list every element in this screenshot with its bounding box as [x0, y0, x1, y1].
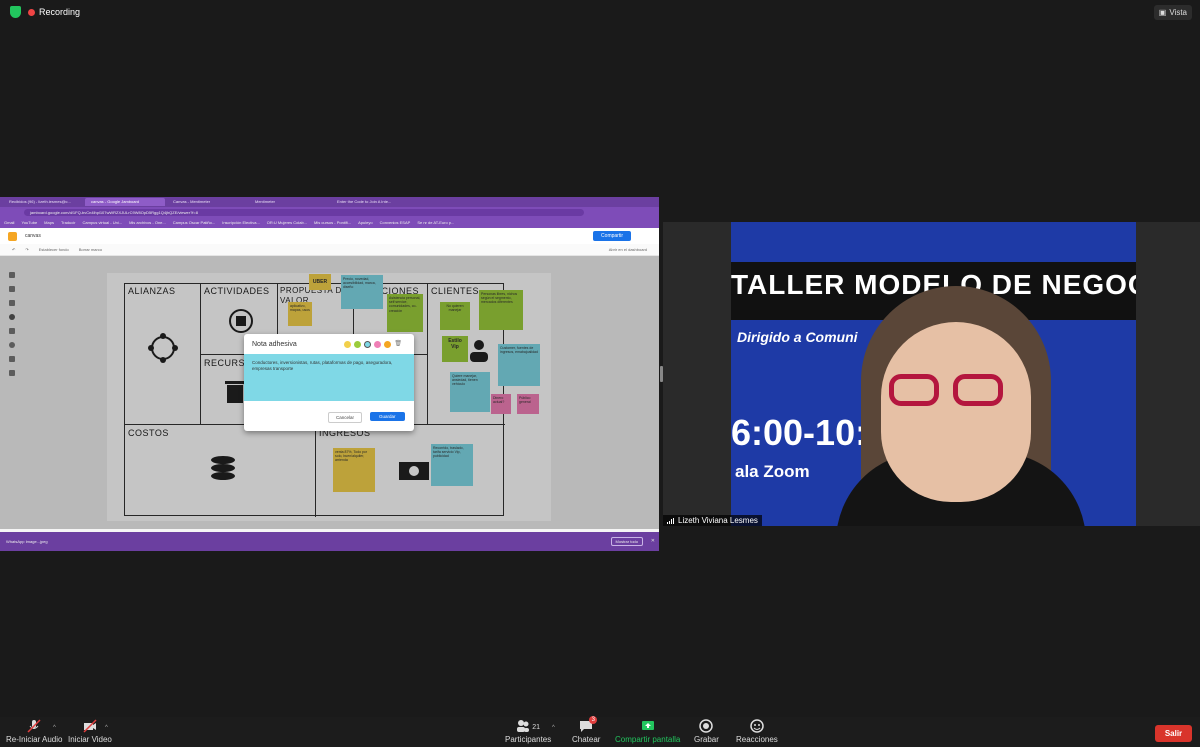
bookmark[interactable]: Traducir [61, 220, 76, 225]
delete-icon[interactable]: 🗑 [394, 341, 402, 348]
participants-caret-icon[interactable]: ^ [552, 725, 555, 731]
video-label: Iniciar Video [68, 735, 112, 744]
sticky-note-textarea[interactable]: Conductores, inversionistas, rutas, plat… [244, 354, 414, 401]
swatch-pink[interactable] [374, 341, 382, 348]
dialog-title: Nota adhesiva [252, 341, 297, 348]
jamboard-title[interactable]: canvas [25, 233, 41, 239]
bookmark[interactable]: Gmail [4, 220, 14, 225]
banner-subtitle: Dirigido a Comuni [737, 329, 858, 345]
swatch-blue-selected[interactable] [364, 341, 372, 348]
banner-zoom: ala Zoom [735, 462, 810, 481]
reactions-button[interactable]: Reacciones [736, 719, 778, 744]
clear-frame-button[interactable]: Borrar marco [79, 247, 102, 252]
share-screen-icon [641, 721, 654, 730]
security-shield-icon[interactable] [10, 6, 21, 18]
bookmark[interactable]: Campus virtual - Uni... [82, 220, 122, 225]
recording-label: Recording [39, 7, 81, 17]
record-button[interactable]: Grabar [694, 719, 719, 744]
browser-tab[interactable]: Mentimeter [249, 198, 329, 206]
bookmark[interactable]: Campus Oscar Patiño... [173, 220, 215, 225]
camera-off-icon [83, 719, 97, 733]
bookmark[interactable]: YouTube [21, 220, 37, 225]
bookmark[interactable]: Mis cursos - Pontifi... [314, 220, 351, 225]
swatch-green[interactable] [354, 341, 362, 348]
browser-tab-active[interactable]: canvas - Google Jamboard [85, 198, 165, 206]
set-background-button[interactable]: Establecer fondo [39, 247, 69, 252]
sticky-note-dialog: Nota adhesiva 🗑 Conductores, inversionis… [244, 334, 414, 431]
open-dashboard-link[interactable]: Abrir en el dashboard [609, 247, 647, 252]
mic-muted-icon [27, 719, 41, 733]
participants-count: 21 [532, 723, 541, 731]
swatch-orange[interactable] [384, 341, 392, 348]
leave-button[interactable]: Salir [1155, 725, 1192, 742]
zoom-window: Recording ▣ Vista Recibidos (96) - lizet… [0, 0, 1200, 747]
share-screen-label: Compartir pantalla [615, 735, 681, 744]
bookmark[interactable]: OR:U Mujeres Colab... [267, 220, 307, 225]
swatch-yellow[interactable] [344, 341, 352, 348]
bookmark[interactable]: Maps [44, 220, 54, 225]
record-icon [699, 719, 714, 733]
chat-badge: 3 [589, 716, 598, 724]
recording-indicator: Recording [28, 6, 80, 18]
bookmark[interactable]: Apuleyo [358, 220, 372, 225]
participant-name: Lizeth Viviana Lesmes [678, 516, 758, 525]
video-button[interactable]: Iniciar Video [68, 719, 112, 744]
reactions-label: Reacciones [736, 735, 778, 744]
video-options-caret-icon[interactable]: ^ [105, 725, 108, 731]
glasses-right [953, 374, 1003, 406]
color-swatches: 🗑 [344, 341, 402, 348]
view-button[interactable]: ▣ Vista [1153, 5, 1192, 20]
audio-options-caret-icon[interactable]: ^ [53, 725, 56, 731]
browser-tab[interactable]: Canvas - Mentimeter [167, 198, 247, 206]
view-label: Vista [1169, 8, 1187, 17]
recording-dot-icon [28, 8, 35, 16]
audio-label: Re-Iniciar Audio [6, 735, 63, 744]
grid-view-icon: ▣ [1158, 8, 1167, 17]
browser-tab-bar: Recibidos (96) - lizeth.lesmes@c... canv… [0, 197, 659, 207]
audio-button[interactable]: Re-Iniciar Audio [6, 719, 62, 744]
chat-label: Chatear [572, 735, 601, 744]
bookmarks-bar: Gmail YouTube Maps Traducir Campus virtu… [0, 217, 659, 228]
browser-tab[interactable]: Recibidos (96) - lizeth.lesmes@c... [3, 198, 83, 206]
bookmark[interactable]: Se nr de AT-Euro p... [417, 220, 454, 225]
bookmark[interactable]: Convenios ESAP [380, 220, 411, 225]
top-bar: Recording ▣ Vista [0, 0, 1200, 24]
download-bar: WhatsApp Image...jpeg Mostrar todo ✕ [0, 532, 659, 551]
browser-tab[interactable]: Enter the Code to Join A Inte... [331, 198, 411, 206]
reactions-icon [750, 719, 764, 733]
close-icon[interactable]: ✕ [651, 538, 655, 544]
jamboard-header: canvas Compartir [0, 228, 659, 244]
jamboard-logo-icon[interactable] [8, 231, 17, 241]
redo-icon[interactable]: ↷ [25, 247, 28, 252]
share-screen-button[interactable]: Compartir pantalla [615, 719, 680, 744]
save-button[interactable]: Guardar [370, 412, 405, 421]
cancel-button[interactable]: Cancelar [328, 412, 363, 423]
url-field[interactable]: jamboard.google.com/d/1FQ-bvCn4lhpl107wW… [24, 208, 584, 216]
url-bar: jamboard.google.com/d/1FQ-bvCn4lhpl107wW… [0, 207, 659, 217]
participants-button[interactable]: 21 Participantes [505, 719, 551, 744]
show-all-button[interactable]: Mostrar todo [610, 537, 643, 546]
meeting-controls: Re-Iniciar Audio ^ Iniciar Video ^ 21 Pa… [0, 716, 1200, 747]
glasses-left [889, 374, 939, 406]
jamboard-toolbar: ↶ ↷ Establecer fondo Borrar marco Abrir … [0, 244, 659, 256]
download-item[interactable]: WhatsApp Image...jpeg [6, 539, 48, 544]
record-label: Grabar [694, 735, 719, 744]
participant-name-tag: Lizeth Viviana Lesmes [663, 515, 762, 526]
participant-video[interactable]: TALLER MODELO DE NEGOCIO CANVAS Dirigido… [663, 222, 1200, 526]
background-banner: TALLER MODELO DE NEGOCIO CANVAS Dirigido… [731, 222, 1136, 526]
chat-icon: 3 [579, 716, 598, 733]
person-face [881, 322, 1031, 502]
bookmark[interactable]: Mis archivos - One... [129, 220, 166, 225]
share-button[interactable]: Compartir [593, 231, 631, 241]
participants-label: Participantes [505, 735, 552, 744]
signal-icon [667, 517, 674, 524]
chat-button[interactable]: 3 Chatear [572, 716, 601, 744]
participants-icon [517, 720, 530, 732]
bookmark[interactable]: Inscripción Electiva... [222, 220, 260, 225]
undo-icon[interactable]: ↶ [12, 247, 15, 252]
